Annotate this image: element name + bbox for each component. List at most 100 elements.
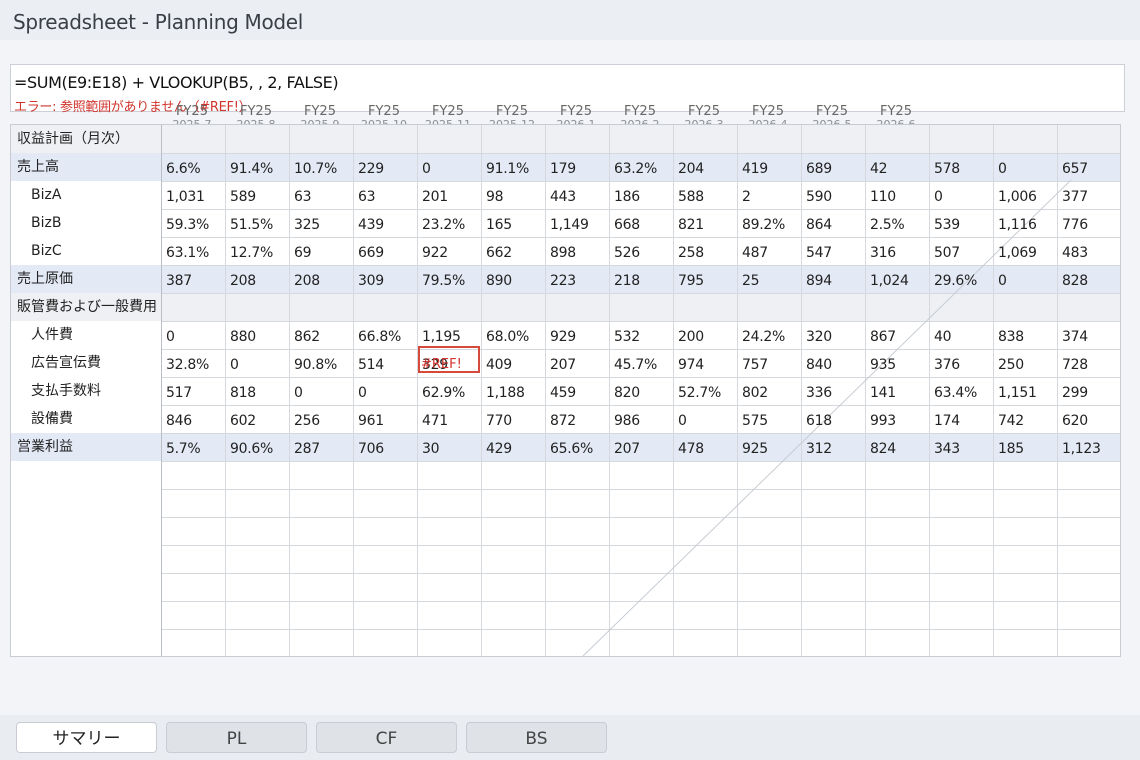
table-cell[interactable]: 229 xyxy=(353,153,417,181)
table-cell[interactable]: 517 xyxy=(161,377,225,405)
table-cell[interactable]: 1,006 xyxy=(993,181,1057,209)
table-cell[interactable]: 657 xyxy=(1057,153,1120,181)
table-cell[interactable]: 299 xyxy=(1057,377,1120,405)
table-cell[interactable]: 256 xyxy=(289,405,353,433)
table-cell[interactable]: 208 xyxy=(289,265,353,293)
table-cell[interactable]: 223 xyxy=(545,265,609,293)
row-label[interactable]: 収益計画（月次） xyxy=(11,125,161,153)
table-cell[interactable]: 336 xyxy=(801,377,865,405)
table-cell[interactable]: 1,188 xyxy=(481,377,545,405)
table-cell[interactable]: 742 xyxy=(993,405,1057,433)
table-cell[interactable]: 90.6% xyxy=(225,433,289,461)
table-cell[interactable]: 204 xyxy=(673,153,737,181)
column-header[interactable]: FY25 2026-6 xyxy=(864,103,928,125)
table-cell[interactable]: 802 xyxy=(737,377,801,405)
table-cell[interactable]: 1,069 xyxy=(993,237,1057,265)
table-cell[interactable]: 872 xyxy=(545,405,609,433)
table-cell[interactable]: 890 xyxy=(481,265,545,293)
table-cell[interactable]: 898 xyxy=(545,237,609,265)
table-cell[interactable]: 258 xyxy=(673,237,737,265)
table-cell[interactable]: 961 xyxy=(353,405,417,433)
row-label[interactable]: 売上高 xyxy=(11,153,161,181)
table-cell[interactable]: 23.2% xyxy=(417,209,481,237)
table-cell[interactable]: 0 xyxy=(929,181,993,209)
table-cell[interactable]: 63 xyxy=(353,181,417,209)
table-cell[interactable]: 820 xyxy=(609,377,673,405)
table-cell[interactable]: 63.1% xyxy=(161,237,225,265)
column-header[interactable]: FY25 2025-10 xyxy=(352,103,416,125)
table-cell[interactable]: 821 xyxy=(673,209,737,237)
sheet-tab[interactable]: CF xyxy=(316,722,457,753)
table-cell[interactable]: 45.7% xyxy=(609,349,673,377)
table-cell[interactable]: 483 xyxy=(1057,237,1120,265)
sheet-tab[interactable]: サマリー xyxy=(16,722,157,753)
column-header[interactable]: FY25 2025-12 xyxy=(480,103,544,125)
table-cell[interactable]: 757 xyxy=(737,349,801,377)
table-cell[interactable]: 894 xyxy=(801,265,865,293)
table-cell[interactable]: 1,151 xyxy=(993,377,1057,405)
table-cell[interactable]: 52.7% xyxy=(673,377,737,405)
table-cell[interactable]: 90.8% xyxy=(289,349,353,377)
column-header[interactable]: FY25 2025-9 xyxy=(288,103,352,125)
table-cell[interactable]: 459 xyxy=(545,377,609,405)
table-cell[interactable]: 179 xyxy=(545,153,609,181)
table-cell[interactable]: 30 xyxy=(417,433,481,461)
table-cell[interactable]: 1,195 xyxy=(417,321,481,349)
table-cell[interactable]: 662 xyxy=(481,237,545,265)
table-cell[interactable]: 602 xyxy=(225,405,289,433)
table-cell[interactable]: 174 xyxy=(929,405,993,433)
row-label[interactable]: 売上原価 xyxy=(11,265,161,293)
table-cell[interactable]: 110 xyxy=(865,181,929,209)
table-cell[interactable]: 141 xyxy=(865,377,929,405)
column-header[interactable]: FY25 2025-11 xyxy=(416,103,480,125)
table-cell[interactable]: 343 xyxy=(929,433,993,461)
table-cell[interactable]: 1,116 xyxy=(993,209,1057,237)
table-cell[interactable]: 1,123 xyxy=(1057,433,1120,461)
table-cell[interactable]: 29.6% xyxy=(929,265,993,293)
table-cell[interactable]: 63 xyxy=(289,181,353,209)
table-cell[interactable]: 287 xyxy=(289,433,353,461)
table-cell[interactable]: 880 xyxy=(225,321,289,349)
table-cell[interactable]: 864 xyxy=(801,209,865,237)
table-cell[interactable]: 770 xyxy=(481,405,545,433)
table-cell[interactable]: 514 xyxy=(353,349,417,377)
table-cell[interactable]: 40 xyxy=(929,321,993,349)
table-cell[interactable]: 439 xyxy=(353,209,417,237)
table-cell[interactable]: 925 xyxy=(737,433,801,461)
table-cell[interactable]: 42 xyxy=(865,153,929,181)
table-cell[interactable]: 207 xyxy=(545,349,609,377)
table-cell[interactable]: 922 xyxy=(417,237,481,265)
table-cell[interactable]: 51.5% xyxy=(225,209,289,237)
formula-input[interactable]: =SUM(E9:E18) + VLOOKUP(B5, , 2, FALSE) xyxy=(14,73,339,92)
table-cell[interactable]: 2.5% xyxy=(865,209,929,237)
table-cell[interactable]: 986 xyxy=(609,405,673,433)
table-cell[interactable]: 507 xyxy=(929,237,993,265)
table-cell[interactable]: 862 xyxy=(289,321,353,349)
table-cell[interactable]: 68.0% xyxy=(481,321,545,349)
table-cell[interactable]: 0 xyxy=(993,265,1057,293)
sheet-tab[interactable]: PL xyxy=(166,722,307,753)
table-cell[interactable]: 5.7% xyxy=(161,433,225,461)
table-cell[interactable]: 526 xyxy=(609,237,673,265)
table-cell[interactable]: 165 xyxy=(481,209,545,237)
row-label[interactable]: 設備費 xyxy=(11,405,161,433)
table-cell[interactable]: 1,031 xyxy=(161,181,225,209)
table-cell[interactable]: 575 xyxy=(737,405,801,433)
table-cell[interactable]: 0 xyxy=(289,377,353,405)
table-cell[interactable]: 312 xyxy=(801,433,865,461)
column-header[interactable]: FY25 2026-1 xyxy=(544,103,608,125)
sheet-tab[interactable]: BS xyxy=(466,722,607,753)
table-cell[interactable]: 24.2% xyxy=(737,321,801,349)
table-cell[interactable]: 316 xyxy=(865,237,929,265)
table-cell[interactable]: 590 xyxy=(801,181,865,209)
table-cell[interactable]: 974 xyxy=(673,349,737,377)
table-cell[interactable]: 309 xyxy=(353,265,417,293)
table-cell[interactable]: 218 xyxy=(609,265,673,293)
table-cell[interactable]: 32.8% xyxy=(161,349,225,377)
table-cell[interactable]: 867 xyxy=(865,321,929,349)
table-cell[interactable]: 818 xyxy=(225,377,289,405)
row-label[interactable]: BizB xyxy=(11,209,161,237)
table-cell[interactable]: 63.4% xyxy=(929,377,993,405)
table-cell[interactable]: 0 xyxy=(673,405,737,433)
table-cell[interactable]: 0 xyxy=(993,153,1057,181)
